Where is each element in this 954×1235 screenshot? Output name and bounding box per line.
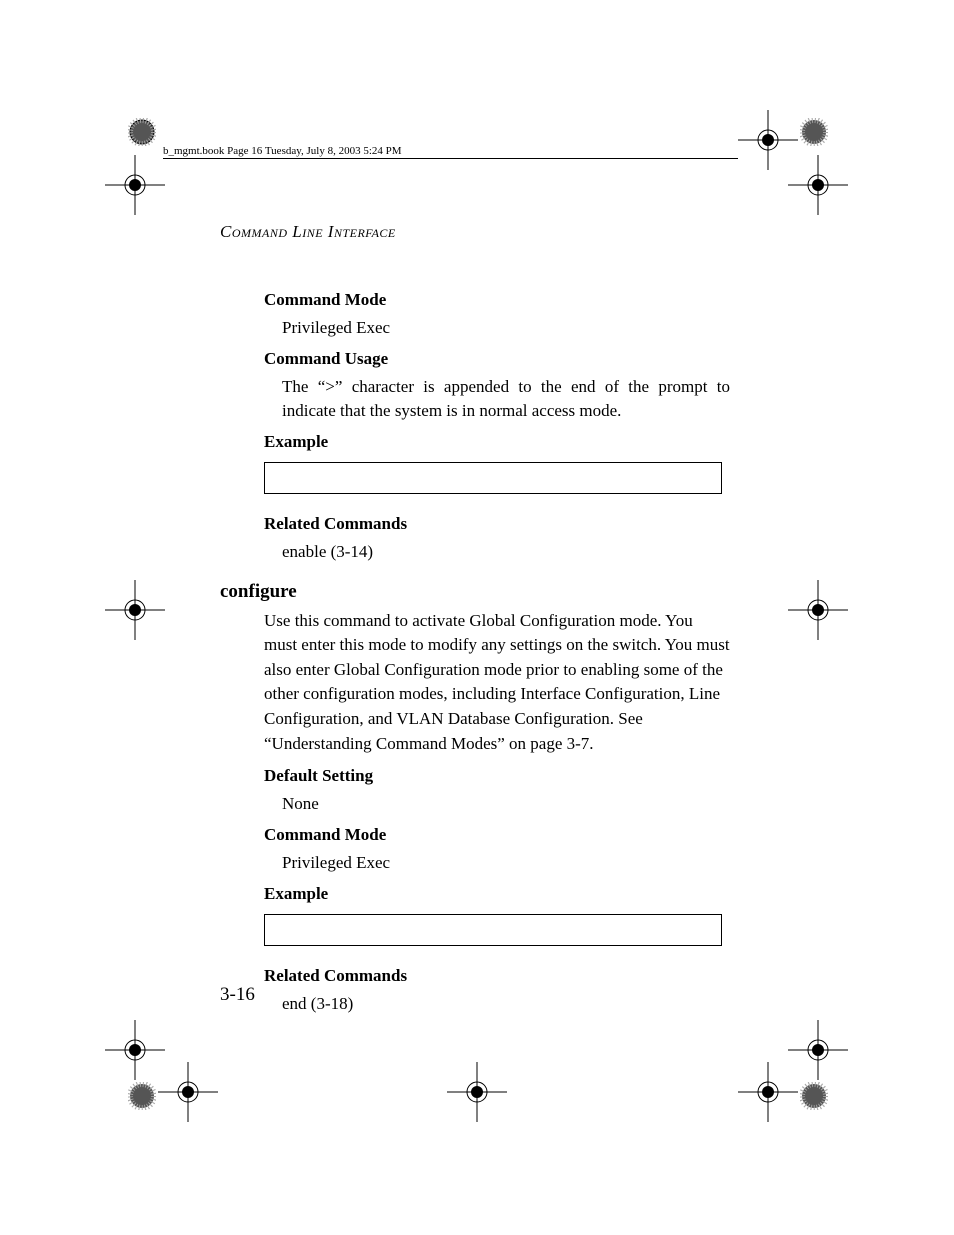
printer-mark-icon [800,1082,828,1110]
example-box-1 [264,462,722,494]
text-command-usage: The “>” character is appended to the end… [282,375,730,424]
printer-mark-icon [105,155,165,215]
heading-command-mode-2: Command Mode [264,825,730,845]
text-command-mode-1: Privileged Exec [282,316,730,341]
heading-default-setting: Default Setting [264,766,730,786]
heading-related-2: Related Commands [264,966,730,986]
heading-related-1: Related Commands [264,514,730,534]
printer-mark-icon [800,118,828,146]
text-configure-intro: Use this command to activate Global Conf… [264,609,730,757]
page-number: 3-16 [220,984,255,1006]
heading-command-usage: Command Usage [264,349,730,369]
page-header-text: b_mgmt.book Page 16 Tuesday, July 8, 200… [163,145,402,157]
running-head: Command Line Interface [220,222,730,242]
printer-mark-icon [105,1020,165,1080]
printer-mark-icon [158,1062,218,1122]
heading-example-1: Example [264,432,730,452]
text-default-setting: None [282,792,730,817]
example-box-2 [264,914,722,946]
printer-mark-icon [128,1082,156,1110]
text-related-2: end (3-18) [282,992,730,1017]
printer-mark-icon [738,1062,798,1122]
command-title-configure: configure [220,581,730,603]
heading-command-mode-1: Command Mode [264,290,730,310]
text-command-mode-2: Privileged Exec [282,851,730,876]
printer-mark-icon [128,118,156,146]
printer-mark-icon [788,580,848,640]
crop-line [163,158,738,159]
text-related-1: enable (3-14) [282,540,730,565]
heading-example-2: Example [264,884,730,904]
printer-mark-icon [447,1062,507,1122]
printer-mark-icon [788,155,848,215]
page-content: Command Line Interface Command Mode Priv… [220,222,730,1024]
printer-mark-icon [105,580,165,640]
